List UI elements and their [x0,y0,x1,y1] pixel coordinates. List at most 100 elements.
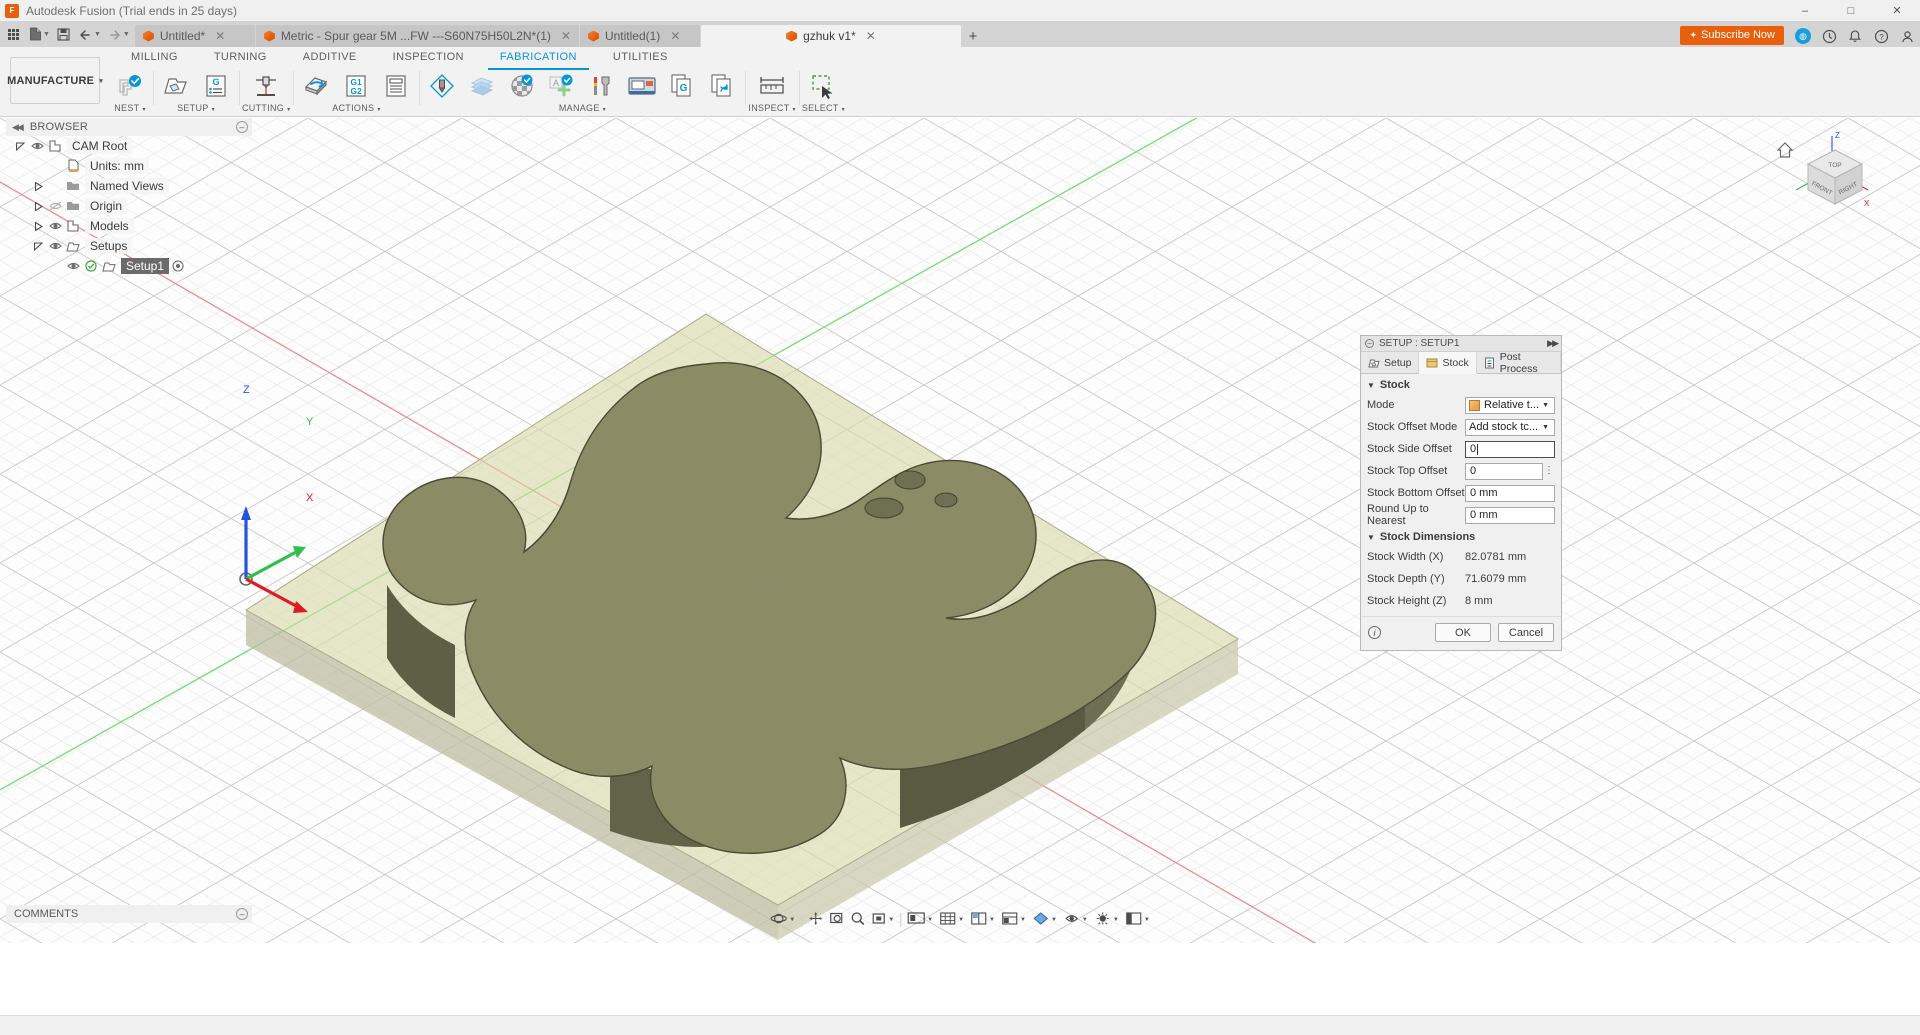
collapse-browser-icon[interactable]: ◀◀ [12,122,24,133]
document-tab[interactable]: Metric - Spur gear 5M ...FW ---S60N75H50… [255,25,579,47]
chevron-down-icon[interactable]: ▼ [927,917,933,923]
eye-hidden-icon[interactable] [46,201,64,211]
subscribe-now-button[interactable]: ✦ Subscribe Now [1680,25,1784,45]
job-status-icon[interactable] [1816,25,1842,47]
document-tab[interactable]: Untitled(1) ✕ [579,25,700,47]
cancel-button[interactable]: Cancel [1498,623,1554,642]
ribbon-tab-utilities[interactable]: UTILITIES [595,47,686,67]
browser-toggle-button[interactable]: ▼ [1122,909,1153,931]
fit-button[interactable]: ▼ [868,909,897,931]
select-button[interactable] [803,69,843,103]
sync-button[interactable] [702,69,742,103]
twisty-right-icon[interactable] [30,181,46,191]
close-tab-icon[interactable]: ✕ [866,30,876,42]
help-icon[interactable]: ? [1868,25,1894,47]
zoom-window-button[interactable] [826,909,847,931]
stock-side-offset-input[interactable]: 0 [1465,440,1555,458]
ribbon-tab-turning[interactable]: TURNING [196,47,285,67]
browser-settings-icon[interactable]: – [236,121,248,133]
account-avatar-icon[interactable] [1894,25,1920,47]
cutting-button[interactable] [246,69,286,103]
ribbon-tab-milling[interactable]: MILLING [113,47,196,67]
eye-visible-icon[interactable] [46,241,64,251]
visual-style-button[interactable]: ▼ [1029,909,1060,931]
ribbon-group-label[interactable]: CUTTING ▾ [242,103,290,113]
undo-caret-icon[interactable]: ▼ [94,31,101,38]
ribbon-group-label[interactable]: SELECT ▾ [802,103,845,113]
new-tab-button[interactable]: + [962,25,984,47]
tree-item-models[interactable]: Models [6,216,252,236]
twisty-down-icon[interactable] [12,141,28,151]
ribbon-group-label[interactable]: INSPECT ▾ [748,103,795,113]
chevron-down-icon[interactable]: ▼ [888,917,894,923]
effects-button[interactable]: ▼ [1091,909,1122,931]
layout-button[interactable]: ▼ [998,909,1029,931]
new-file-caret-icon[interactable]: ▼ [43,31,50,38]
twisty-right-icon[interactable] [30,221,46,231]
ribbon-group-label[interactable]: SETUP ▾ [177,103,215,113]
setup-dialog-tab-post-process[interactable]: Post Process [1477,351,1561,375]
tree-item-named-views[interactable]: Named Views [6,176,252,196]
tree-item-units-mm[interactable]: Units: mm [6,156,252,176]
stock-top-offset-input[interactable]: 0 [1465,462,1543,480]
close-tab-icon[interactable]: ✕ [215,30,225,42]
tree-item-cam-root[interactable]: CAM Root [6,136,252,156]
comments-settings-icon[interactable]: – [236,908,248,920]
chevron-down-icon[interactable]: ▼ [1113,917,1119,923]
pan-button[interactable] [805,909,826,931]
ribbon-tab-inspection[interactable]: INSPECTION [375,47,482,67]
minimize-button[interactable]: – [1782,0,1828,21]
comments-panel[interactable]: COMMENTS – [6,905,252,923]
eye-visible-icon[interactable] [46,221,64,231]
tree-item-setup1[interactable]: Setup1 [6,256,252,276]
extensions-icon[interactable]: ◍ [1790,25,1816,47]
ribbon-group-label[interactable]: NEST ▾ [114,103,146,113]
twisty-down-icon[interactable] [30,241,46,251]
chevron-down-icon[interactable]: ▼ [1082,917,1088,923]
stock-bottom-offset-input[interactable]: 0 mm [1465,484,1555,502]
save-button[interactable] [53,23,75,45]
zoom-button[interactable] [847,909,868,931]
section-header-stock-dimensions[interactable]: ▼ Stock Dimensions [1361,526,1561,546]
post-process-button[interactable]: G1 G2 [336,69,376,103]
setup-sheet-button[interactable] [376,69,416,103]
ok-button[interactable]: OK [1435,623,1491,642]
field-options-icon[interactable]: ⋮ [1543,466,1555,476]
measure-button[interactable] [752,69,792,103]
chevron-down-icon[interactable]: ▼ [1020,917,1026,923]
viewports-button[interactable]: ▼ [967,909,998,931]
close-tab-icon[interactable]: ✕ [670,30,680,42]
ribbon-group-label[interactable]: MANAGE ▾ [559,103,606,113]
ribbon-group-label[interactable]: ACTIONS ▾ [332,103,380,113]
dock-dialog-icon[interactable]: ▶▶ [1547,338,1559,349]
info-icon[interactable]: i [1368,626,1381,639]
app-grid-button[interactable] [2,23,24,45]
grid-snaps-button[interactable]: ▼ [936,909,967,931]
eye-visible-icon[interactable] [28,141,46,151]
post-library-button[interactable]: G [662,69,702,103]
setup-dialog-tab-stock[interactable]: Stock [1419,352,1477,374]
setup-state-icon[interactable] [169,260,187,272]
document-tab[interactable]: gzhuk v1* ✕ [700,25,961,47]
notifications-icon[interactable] [1842,25,1868,47]
machine-library-button[interactable] [622,69,662,103]
eye-visible-icon[interactable] [64,261,82,271]
chevron-down-icon[interactable]: ▼ [789,917,795,923]
stock-mode-select[interactable]: Relative t... ▼ [1465,396,1555,414]
display-settings-button[interactable]: ▼ [904,909,936,931]
tool-library-button[interactable] [422,69,462,103]
object-visibility-button[interactable]: ▼ [1060,909,1091,931]
maximize-button[interactable]: □ [1828,0,1874,21]
redo-caret-icon[interactable]: ▼ [123,31,130,38]
chevron-down-icon[interactable]: ▼ [1539,424,1552,431]
round-up-to-nearest-input[interactable]: 0 mm [1465,506,1555,524]
stock-offset-mode-select[interactable]: Add stock tc... ▼ [1465,418,1555,436]
collapse-dialog-icon[interactable]: – [1365,339,1374,348]
chevron-down-icon[interactable]: ▼ [1539,402,1552,409]
setup-dialog[interactable]: – SETUP : SETUP1 ▶▶ Setup Stock Post Proce… [1360,335,1562,651]
tree-item-setups[interactable]: Setups [6,236,252,256]
chevron-down-icon[interactable]: ▼ [989,917,995,923]
simulate-button[interactable] [296,69,336,103]
new-setup-button[interactable] [156,69,196,103]
view-cube[interactable]: Z X TOP FRONT RIGHT [1772,128,1882,228]
